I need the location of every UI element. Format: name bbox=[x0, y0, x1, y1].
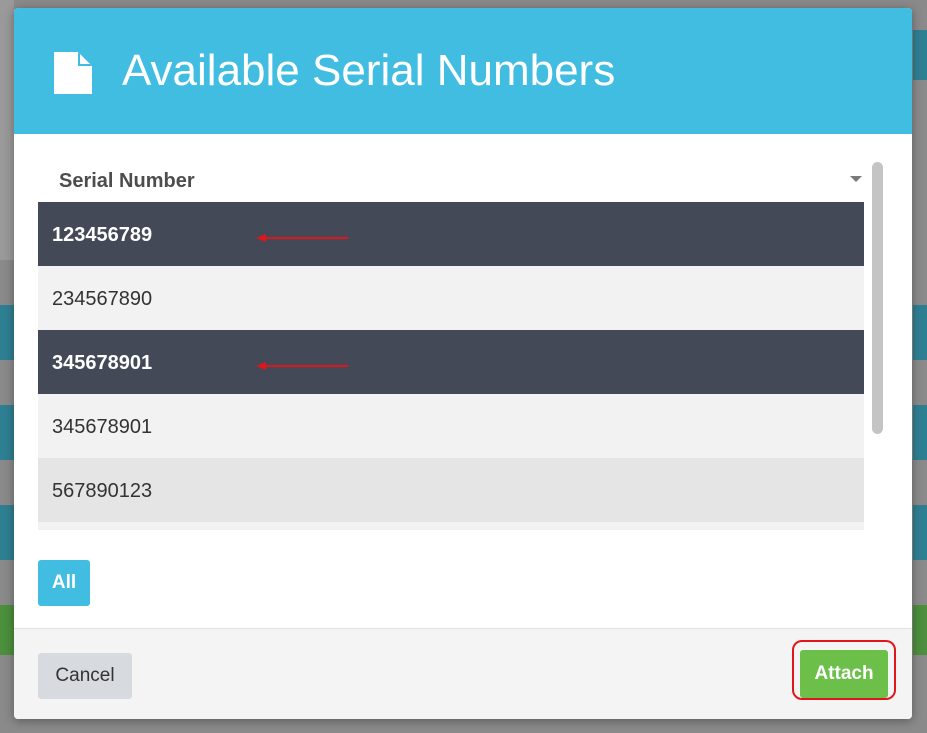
modal-title: Available Serial Numbers bbox=[122, 46, 616, 95]
background-page bbox=[913, 505, 927, 560]
column-header-label: Serial Number bbox=[59, 170, 195, 192]
cancel-button[interactable]: Cancel bbox=[38, 653, 132, 699]
select-all-button[interactable]: All bbox=[38, 560, 90, 606]
background-page bbox=[0, 505, 14, 560]
attach-button[interactable]: Attach bbox=[800, 650, 888, 698]
table-row[interactable]: 345678901 bbox=[38, 330, 864, 394]
table-row[interactable]: 234567890 bbox=[38, 266, 864, 330]
serial-number-cell: 345678901 bbox=[52, 352, 153, 374]
serial-number-cell: 567890123 bbox=[52, 480, 153, 502]
table-row[interactable] bbox=[38, 522, 864, 530]
table-row[interactable]: 567890123 bbox=[38, 458, 864, 522]
serial-number-cell: 345678901 bbox=[52, 416, 153, 438]
annotation-arrow-icon bbox=[256, 362, 348, 370]
modal-header: Available Serial Numbers bbox=[14, 8, 912, 134]
annotation-arrow-icon bbox=[256, 234, 348, 242]
table-row[interactable]: 345678901 bbox=[38, 394, 864, 458]
serial-number-cell: 234567890 bbox=[52, 288, 153, 310]
background-page bbox=[0, 0, 14, 260]
background-page bbox=[913, 405, 927, 460]
serial-numbers-modal: Available Serial Numbers Serial Number 1… bbox=[14, 8, 912, 719]
table-scrollbar[interactable] bbox=[868, 158, 888, 530]
modal-footer: Cancel Attach bbox=[14, 628, 912, 719]
background-page bbox=[913, 605, 927, 655]
column-header-serial-number[interactable]: Serial Number bbox=[38, 158, 864, 202]
background-page bbox=[0, 305, 14, 360]
background-page bbox=[913, 305, 927, 360]
document-icon bbox=[52, 50, 94, 96]
serial-number-cell: 123456789 bbox=[52, 224, 153, 246]
serial-number-table: Serial Number 123456789 234567890 345678… bbox=[38, 158, 888, 530]
table-row[interactable]: 123456789 bbox=[38, 202, 864, 266]
background-page bbox=[0, 405, 14, 460]
background-page bbox=[0, 605, 14, 655]
scrollbar-thumb[interactable] bbox=[872, 162, 883, 434]
table-body: 123456789 234567890 345678901 345678901 bbox=[38, 202, 864, 530]
background-page bbox=[913, 30, 927, 80]
sort-caret-icon[interactable] bbox=[850, 176, 862, 182]
